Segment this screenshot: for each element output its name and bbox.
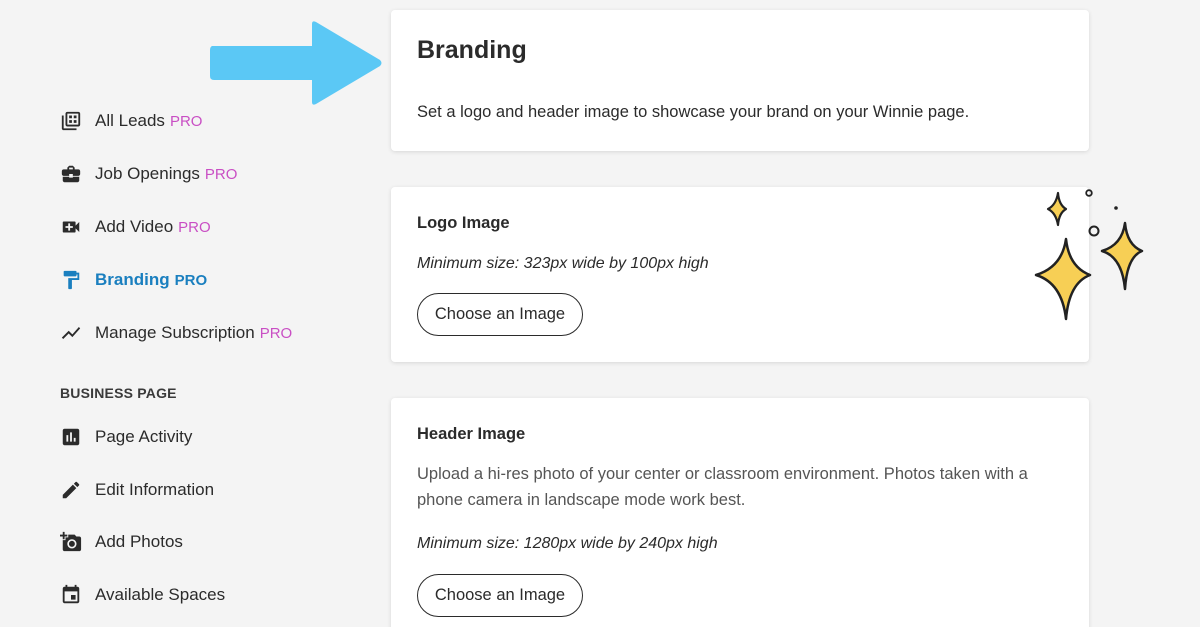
sidebar-item-manage-subscription[interactable]: Manage Subscription PRO [60,322,292,344]
sidebar-item-label: All Leads [95,111,165,130]
sidebar-item-all-leads[interactable]: All Leads PRO [60,110,202,132]
pro-badge: PRO [259,324,293,342]
branding-card: Branding Set a logo and header image to … [391,10,1089,151]
pro-badge: PRO [178,218,211,236]
sidebar-item-label: Available Spaces [95,585,226,604]
calendar-icon [60,584,82,606]
header-image-title: Header Image [417,425,526,443]
trend-line-icon [60,322,82,344]
sidebar-item-add-video[interactable]: Add Video PRO [60,216,211,238]
section-label-business-page: BUSINESS PAGE [60,385,177,401]
sidebar-item-label: Manage Subscription [95,323,255,342]
sidebar-item-label: Page Activity [95,427,193,446]
sidebar-item-page-activity[interactable]: Page Activity [60,426,192,448]
sidebar-item-label: Job Openings [95,164,200,183]
sidebar-item-label: Add Photos [95,532,183,551]
pro-badge: PRO [204,165,238,183]
logo-image-card: Logo Image Minimum size: 323px wide by 1… [391,187,1089,362]
sidebar-item-label: Edit Information [95,480,215,499]
page-title: Branding [417,36,527,64]
branding-description: Set a logo and header image to showcase … [417,103,970,121]
header-image-card: Header Image Upload a hi-res photo of yo… [391,398,1089,627]
pointer-arrow-icon [210,21,382,105]
choose-logo-image-button[interactable]: Choose an Image [417,293,583,336]
sidebar-item-job-openings[interactable]: Job Openings PRO [60,163,237,185]
sidebar-item-available-spaces[interactable]: Available Spaces [60,584,225,606]
choose-header-image-button[interactable]: Choose an Image [417,574,583,617]
sidebar-item-label: Add Video [95,217,174,236]
video-plus-icon [60,216,82,238]
leads-grid-icon [60,110,82,132]
paint-roller-icon [60,269,82,291]
logo-min-size: Minimum size: 323px wide by 100px high [417,255,709,272]
camera-plus-icon [60,531,82,553]
bar-chart-icon [60,426,82,448]
sidebar-item-add-photos[interactable]: Add Photos [60,531,183,553]
sidebar-item-edit-information[interactable]: Edit Information [60,479,214,501]
pro-badge: PRO [174,271,208,289]
pencil-icon [60,479,82,501]
branding-page: All Leads PRO Job Openings PRO Add Video… [0,0,1200,627]
sparkles-icon [1034,189,1144,321]
header-min-size: Minimum size: 1280px wide by 240px high [417,535,718,552]
logo-image-title: Logo Image [417,214,510,232]
sidebar-item-branding[interactable]: Branding PRO [60,269,207,291]
briefcase-icon [60,163,82,185]
header-image-description: Upload a hi-res photo of your center or … [417,465,1028,509]
sidebar-item-label: Branding [95,270,170,289]
pro-badge: PRO [169,112,203,130]
